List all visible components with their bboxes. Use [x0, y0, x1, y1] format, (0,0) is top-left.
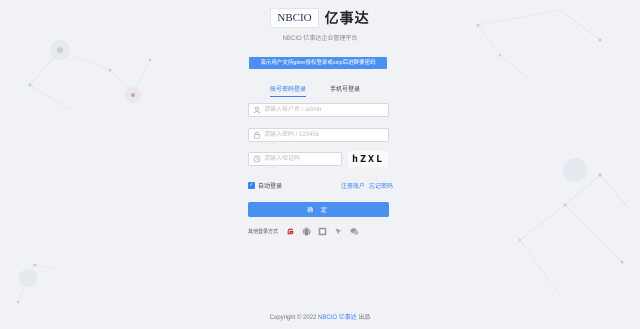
- demo-notice-banner[interactable]: 演示用户支持gitee授权登录或sicp后进群要密码: [249, 57, 387, 69]
- other-login-methods: 其他登录方式: [248, 227, 359, 236]
- weibo-icon[interactable]: [334, 227, 343, 236]
- password-input[interactable]: [264, 130, 384, 140]
- tab-account-login[interactable]: 账号密码登录: [270, 84, 307, 97]
- logo-row: NBCIO 亿事达: [0, 8, 640, 28]
- qq-icon[interactable]: [318, 227, 327, 236]
- remember-me[interactable]: ✓ 自动登录: [248, 181, 282, 190]
- username-input[interactable]: [264, 105, 384, 115]
- github-icon[interactable]: [302, 227, 311, 236]
- footer-brand-link[interactable]: NBCIO 亿事达: [318, 315, 357, 321]
- remember-checkbox[interactable]: ✓: [248, 182, 255, 189]
- password-field[interactable]: [248, 128, 389, 142]
- captcha-field[interactable]: [248, 152, 342, 166]
- account-links: 注册账户 忘记密码: [341, 181, 393, 190]
- captcha-input[interactable]: [264, 154, 339, 164]
- register-link[interactable]: 注册账户: [341, 181, 365, 190]
- app-name: 亿事达: [324, 10, 370, 26]
- remember-label: 自动登录: [258, 184, 283, 190]
- gitee-icon[interactable]: [286, 227, 295, 236]
- header: NBCIO 亿事达 NBCIO 亿事达企业管理平台: [0, 8, 640, 42]
- copyright-text: Copyright © 2022: [269, 315, 317, 321]
- login-tabs: 账号密码登录 手机号登录: [270, 84, 360, 97]
- footer-suffix: 出品: [358, 315, 371, 321]
- lock-icon: [254, 131, 260, 139]
- app-description: NBCIO 亿事达企业管理平台: [282, 36, 358, 42]
- other-login-label: 其他登录方式: [248, 229, 279, 235]
- user-icon: [253, 106, 261, 114]
- footer: Copyright © 2022 NBCIO 亿事达 出品: [0, 312, 640, 321]
- username-field[interactable]: [248, 103, 389, 117]
- forgot-password-link[interactable]: 忘记密码: [369, 181, 393, 190]
- submit-button[interactable]: 确 定: [248, 202, 389, 217]
- tab-phone-login[interactable]: 手机号登录: [330, 84, 360, 97]
- wechat-icon[interactable]: [350, 227, 359, 236]
- logo: NBCIO: [270, 8, 319, 28]
- captcha-image[interactable]: hZXL: [348, 151, 388, 167]
- clock-icon: [253, 155, 261, 163]
